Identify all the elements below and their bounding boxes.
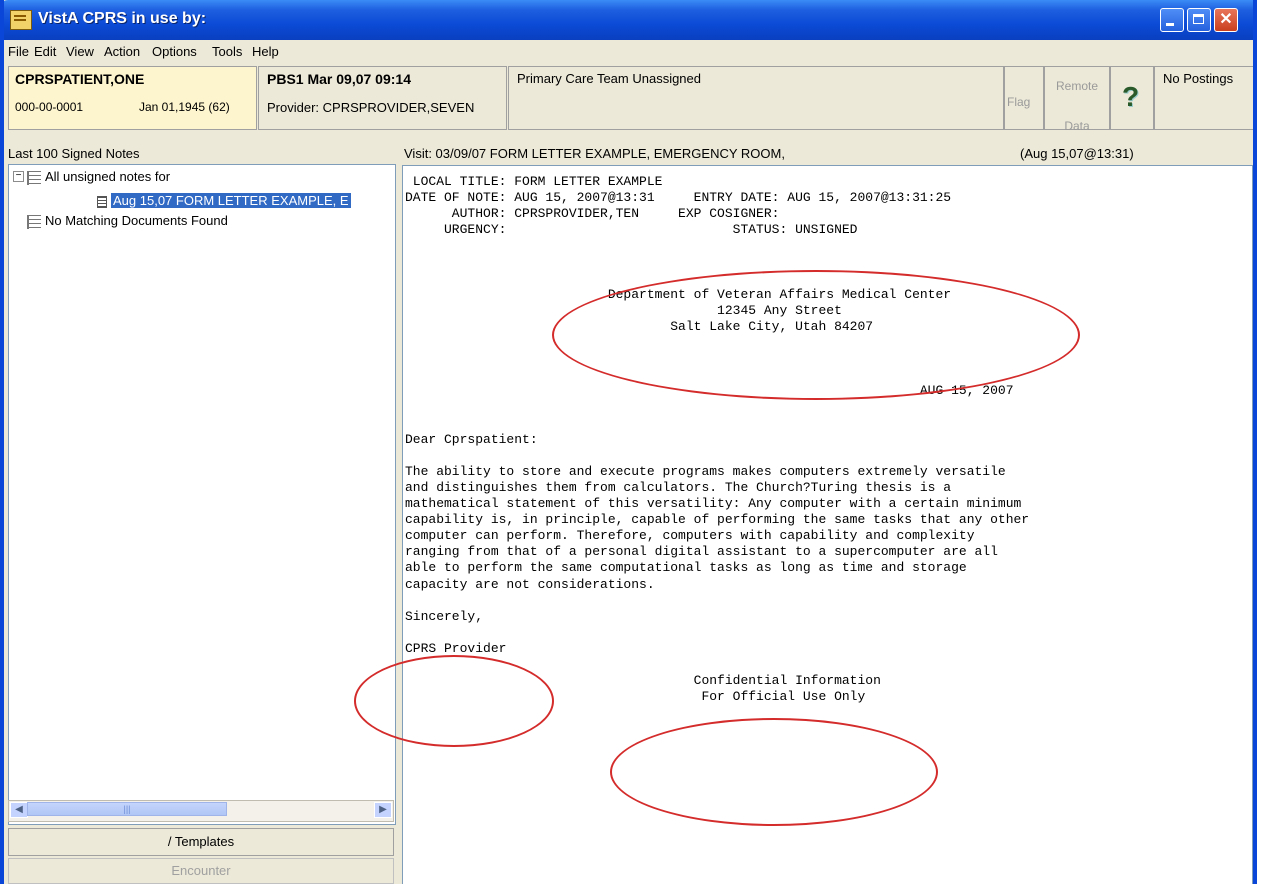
- note-line: Dear Cprspatient:: [405, 431, 538, 447]
- tree-node-no-matches[interactable]: No Matching Documents Found: [27, 213, 228, 229]
- encounter-provider: Provider: CPRSPROVIDER,SEVEN: [267, 100, 475, 115]
- note-line: Salt Lake City, Utah 84207: [405, 318, 874, 334]
- note-line: Confidential Information: [405, 673, 881, 689]
- visit-bar: Visit: 03/09/07 FORM LETTER EXAMPLE, EME…: [402, 143, 1253, 163]
- note-line: and distinguishes them from calculators.…: [405, 479, 952, 495]
- note-line: ranging from that of a personal digital …: [405, 544, 998, 560]
- tree-node-label: No Matching Documents Found: [45, 213, 228, 228]
- window-title: VistA CPRS in use by:: [38, 10, 207, 27]
- note-line: 12345 Any Street: [405, 302, 842, 318]
- note-line: Sincerely,: [405, 608, 484, 624]
- tree-group-icon: [27, 214, 41, 229]
- note-line: The ability to store and execute program…: [405, 463, 1006, 479]
- note-line: For Official Use Only: [405, 689, 866, 705]
- horizontal-scrollbar[interactable]: ◀ ||| ▶: [8, 800, 394, 822]
- scroll-right-icon[interactable]: ▶: [374, 802, 392, 818]
- note-line: capacity are not considerations.: [405, 576, 655, 592]
- scroll-thumb[interactable]: |||: [27, 802, 227, 816]
- close-icon: ✕: [1219, 11, 1233, 28]
- menu-help[interactable]: Help: [252, 44, 279, 59]
- remote-data-label-1: Remote: [1055, 79, 1099, 93]
- visit-info: Visit: 03/09/07 FORM LETTER EXAMPLE, EME…: [404, 146, 785, 161]
- document-icon: [97, 195, 107, 208]
- notes-list-label: Last 100 Signed Notes: [8, 146, 140, 161]
- minimize-button[interactable]: [1160, 8, 1184, 32]
- tree-node-note[interactable]: Aug 15,07 FORM LETTER EXAMPLE, E: [97, 193, 351, 208]
- menu-options[interactable]: Options: [152, 44, 197, 59]
- note-line: AUTHOR: CPRSPROVIDER,TEN EXP COSIGNER:: [405, 206, 780, 222]
- primary-care-team-button[interactable]: Primary Care Team Unassigned: [508, 66, 1004, 130]
- note-line: mathematical statement of this versatili…: [405, 496, 1022, 511]
- note-line: DATE OF NOTE: AUG 15, 2007@13:31 ENTRY D…: [405, 190, 952, 206]
- patient-ssn: 000-00-0001: [15, 100, 84, 114]
- note-line: computer can perform. Therefore, compute…: [405, 528, 975, 544]
- scroll-left-icon[interactable]: ◀: [10, 802, 28, 818]
- encounter-info-button[interactable]: PBS1 Mar 09,07 09:14 Provider: CPRSPROVI…: [258, 66, 507, 130]
- pane-splitter[interactable]: [396, 140, 400, 884]
- close-button[interactable]: ✕: [1214, 8, 1238, 32]
- patient-info-button[interactable]: CPRSPATIENT,ONE 000-00-0001 Jan 01,1945 …: [8, 66, 257, 130]
- tree-node-label: Aug 15,07 FORM LETTER EXAMPLE, E: [111, 193, 351, 208]
- note-line: capability is, in principle, capable of …: [405, 512, 1030, 528]
- menu-file[interactable]: File: [8, 44, 29, 59]
- note-line: LOCAL TITLE: FORM LETTER EXAMPLE: [405, 174, 663, 189]
- question-icon: ?: [1122, 81, 1140, 112]
- patient-header: CPRSPATIENT,ONE 000-00-0001 Jan 01,1945 …: [4, 64, 1253, 133]
- patient-name: CPRSPATIENT,ONE: [15, 71, 145, 87]
- menu-tools[interactable]: Tools: [212, 44, 242, 59]
- encounter-button[interactable]: Encounter: [8, 858, 394, 884]
- title-bar[interactable]: VistA CPRS in use by: ✕: [4, 0, 1253, 40]
- app-icon: [10, 10, 32, 30]
- menu-bar: File Edit View Action Options Tools Help: [4, 40, 1253, 64]
- remote-data-label-2: Data: [1064, 119, 1090, 133]
- team-label: Primary Care Team Unassigned: [517, 71, 701, 86]
- tree-group-icon: [27, 170, 41, 185]
- menu-view[interactable]: View: [66, 44, 94, 59]
- collapse-icon[interactable]: −: [13, 171, 24, 182]
- visit-timestamp: (Aug 15,07@13:31): [1020, 146, 1134, 161]
- flag-label: Flag: [1007, 95, 1031, 109]
- maximize-button[interactable]: [1187, 8, 1211, 32]
- help-button[interactable]: ?: [1110, 66, 1154, 130]
- postings-label: No Postings: [1163, 71, 1234, 86]
- note-line: AUG 15, 2007: [405, 383, 1014, 399]
- note-text-area[interactable]: LOCAL TITLE: FORM LETTER EXAMPLE DATE OF …: [402, 165, 1253, 884]
- flag-button[interactable]: Flag: [1004, 66, 1044, 130]
- cprs-window: VistA CPRS in use by: ✕ File Edit View A…: [0, 0, 1257, 884]
- note-line: CPRS Provider: [405, 640, 507, 656]
- notes-tree[interactable]: − All unsigned notes for Aug 15,07 FORM …: [8, 164, 396, 825]
- templates-button[interactable]: / Templates: [8, 828, 394, 856]
- tree-node-label: All unsigned notes for: [45, 169, 171, 184]
- postings-button[interactable]: No Postings: [1154, 66, 1253, 130]
- note-line: URGENCY: STATUS: UNSIGNED: [405, 222, 858, 238]
- menu-edit[interactable]: Edit: [34, 44, 56, 59]
- note-line: able to perform the same computational t…: [405, 560, 967, 576]
- note-line: Department of Veteran Affairs Medical Ce…: [405, 286, 952, 302]
- menu-action[interactable]: Action: [104, 44, 140, 59]
- patient-dob: Jan 01,1945 (62): [139, 100, 230, 114]
- encounter-location: PBS1 Mar 09,07 09:14: [267, 71, 411, 87]
- remote-data-button[interactable]: Remote Data: [1044, 66, 1110, 133]
